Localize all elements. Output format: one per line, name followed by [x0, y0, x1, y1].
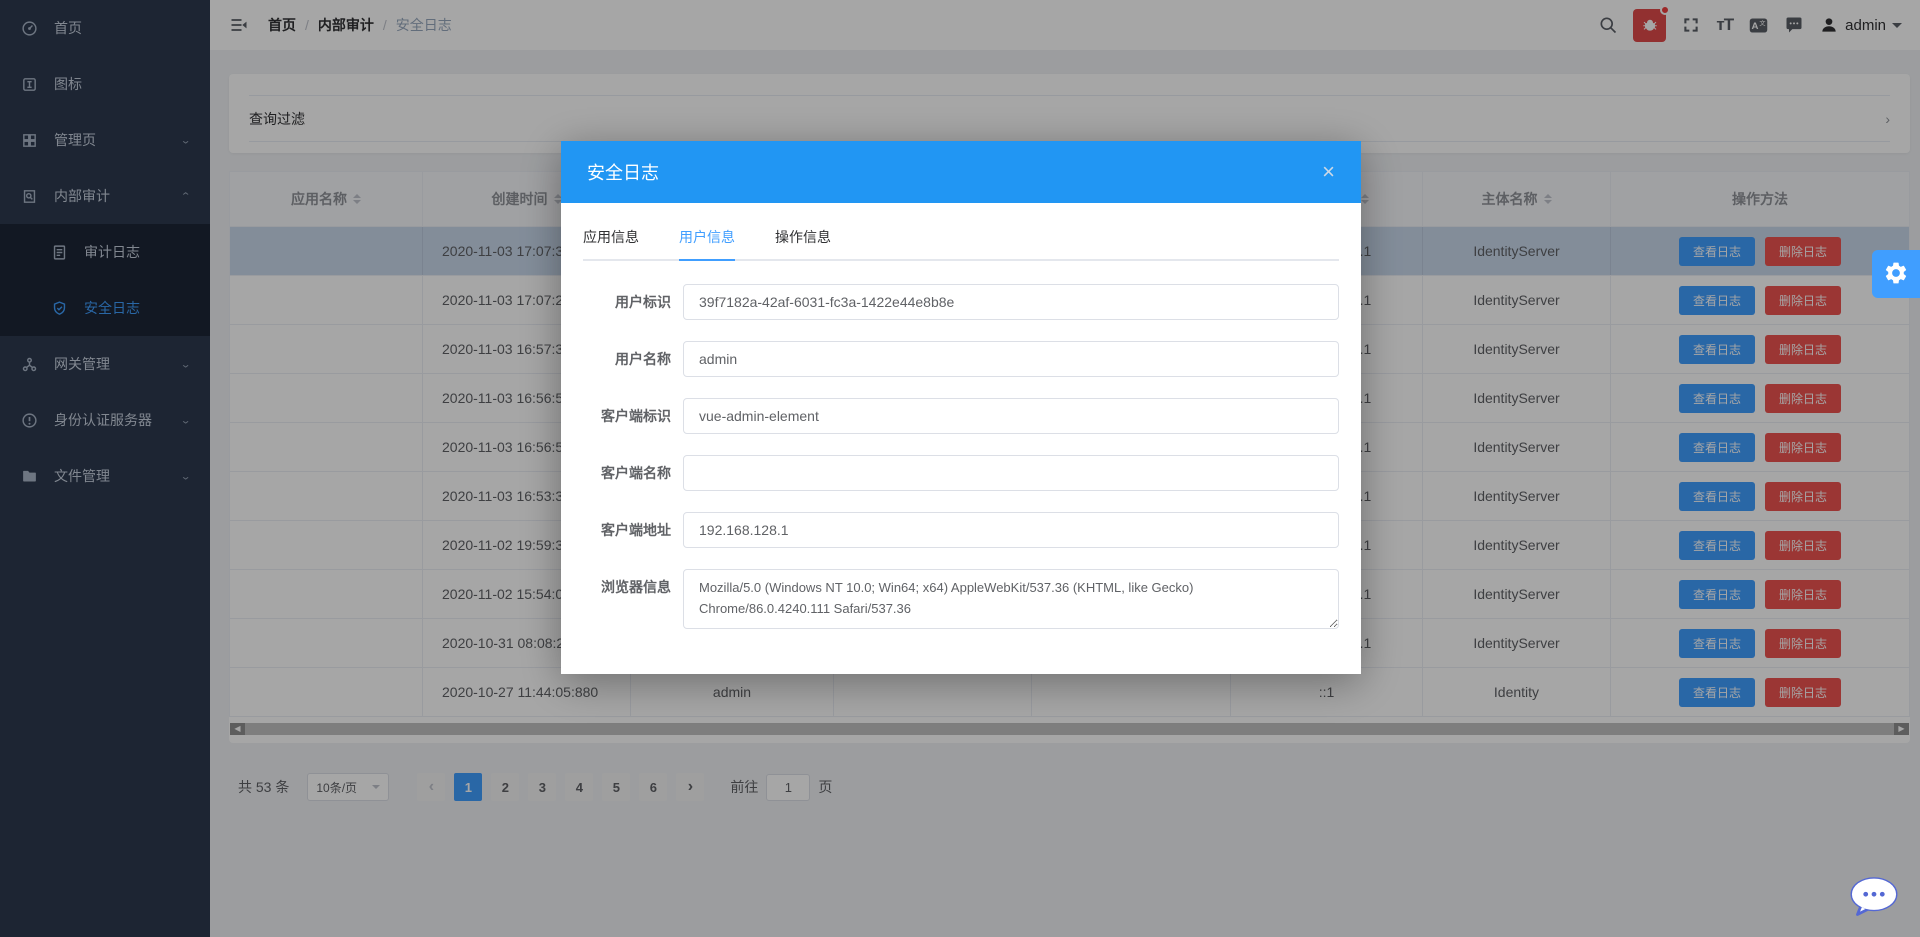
tab-user-info[interactable]: 用户信息: [679, 227, 735, 259]
client-address-input[interactable]: [683, 512, 1339, 548]
client-name-input[interactable]: [683, 455, 1339, 491]
form-row-client-address: 客户端地址: [583, 512, 1339, 548]
dialog-header: 安全日志 ×: [561, 141, 1361, 203]
dialog-tabs: 应用信息 用户信息 操作信息: [583, 227, 1339, 261]
dialog-title: 安全日志: [587, 159, 659, 185]
browser-info-textarea[interactable]: Mozilla/5.0 (Windows NT 10.0; Win64; x64…: [683, 569, 1339, 629]
client-id-input[interactable]: [683, 398, 1339, 434]
form-row-user-id: 用户标识: [583, 284, 1339, 320]
form-row-client-name: 客户端名称: [583, 455, 1339, 491]
theme-settings-button[interactable]: [1872, 250, 1920, 298]
field-label: 用户名称: [583, 341, 683, 377]
tab-app-info[interactable]: 应用信息: [583, 227, 639, 259]
field-label: 客户端名称: [583, 455, 683, 491]
dialog-body: 应用信息 用户信息 操作信息 用户标识 用户名称 客户端标识 客户端名称 客户端…: [561, 203, 1361, 629]
security-log-dialog: 安全日志 × 应用信息 用户信息 操作信息 用户标识 用户名称 客户端标识 客户…: [561, 141, 1361, 674]
chat-widget-button[interactable]: [1846, 874, 1902, 923]
field-label: 用户标识: [583, 284, 683, 320]
chat-bubble-icon: [1846, 907, 1902, 923]
user-id-input[interactable]: [683, 284, 1339, 320]
close-icon[interactable]: ×: [1322, 161, 1335, 183]
tab-operation-info[interactable]: 操作信息: [775, 227, 831, 259]
user-name-input[interactable]: [683, 341, 1339, 377]
form-row-client-id: 客户端标识: [583, 398, 1339, 434]
form-row-user-name: 用户名称: [583, 341, 1339, 377]
field-label: 客户端标识: [583, 398, 683, 434]
form-row-browser-info: 浏览器信息 Mozilla/5.0 (Windows NT 10.0; Win6…: [583, 569, 1339, 629]
field-label: 浏览器信息: [583, 569, 683, 605]
field-label: 客户端地址: [583, 512, 683, 548]
gear-icon: [1883, 260, 1909, 289]
